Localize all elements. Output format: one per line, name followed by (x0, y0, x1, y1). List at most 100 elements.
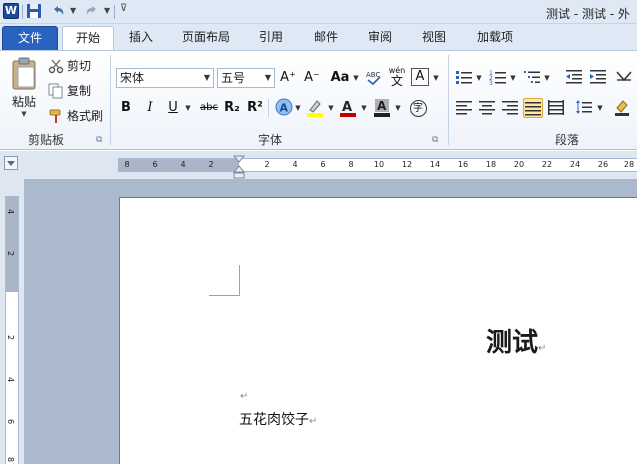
font-color-dropdown-icon[interactable]: ▼ (360, 98, 368, 118)
paragraph-shading-icon[interactable] (612, 98, 632, 118)
line-spacing-dropdown-icon[interactable]: ▼ (596, 98, 604, 118)
bold-button[interactable]: B (116, 98, 136, 118)
font-dialog-launcher-icon[interactable]: ⧉ (432, 135, 438, 145)
align-right-icon[interactable] (500, 98, 520, 118)
ruler-number: 12 (401, 160, 413, 169)
font-name-combo[interactable]: 宋体 ▼ (116, 68, 214, 88)
align-left-icon[interactable] (454, 98, 474, 118)
subscript-button[interactable]: R₂ (222, 98, 242, 118)
copy-icon (48, 83, 63, 98)
text-effects-dropdown-icon[interactable]: ▼ (294, 98, 302, 118)
customize-qa-icon[interactable]: ⊽ (120, 3, 127, 14)
paste-dropdown-icon[interactable]: ▼ (21, 110, 26, 118)
underline-dropdown-icon[interactable]: ▼ (184, 98, 192, 118)
tab-file[interactable]: 文件 (2, 26, 58, 50)
chinese-layout-icon[interactable] (614, 68, 634, 88)
character-border-icon[interactable]: A (411, 68, 429, 86)
document-body-text[interactable]: 五花肉饺子↵ (239, 409, 317, 429)
tab-references[interactable]: 引用 (250, 26, 292, 50)
ruler-number: 28 (623, 160, 635, 169)
highlight-dropdown-icon[interactable]: ▼ (327, 98, 335, 118)
format-painter-label: 格式刷 (67, 109, 104, 123)
shading-dropdown-icon[interactable]: ▼ (394, 98, 402, 118)
ruler-toggle-button[interactable] (4, 156, 18, 170)
group-separator (268, 99, 269, 117)
multilevel-list-icon[interactable] (522, 68, 542, 88)
svg-text:A: A (280, 102, 289, 115)
ruler-number: 6 (6, 418, 16, 425)
cut-button[interactable]: 剪切 (48, 57, 91, 74)
document-workspace: 测试↵ ↵ 五花肉饺子↵ (24, 179, 637, 464)
empty-paragraph-mark[interactable]: ↵ (240, 391, 248, 402)
text-effects-icon[interactable]: A (274, 98, 294, 118)
enclose-characters-button[interactable]: 字 (408, 98, 428, 118)
bullets-dropdown-icon[interactable]: ▼ (475, 68, 483, 88)
horizontal-ruler[interactable]: 8 6 4 2 2 4 6 8 10 12 14 16 18 20 22 24 … (118, 158, 637, 172)
tab-home[interactable]: 开始 (62, 26, 114, 50)
tab-review[interactable]: 审阅 (359, 26, 401, 50)
decrease-indent-icon[interactable] (564, 68, 584, 88)
undo-dropdown-icon[interactable]: ▼ (70, 6, 76, 15)
font-group-label: 字体 (258, 133, 283, 147)
tab-view[interactable]: 视图 (413, 26, 455, 50)
distributed-align-icon[interactable] (546, 98, 566, 118)
tab-page-layout[interactable]: 页面布局 (172, 26, 240, 50)
highlight-icon[interactable] (305, 98, 325, 118)
tab-mailings[interactable]: 邮件 (305, 26, 347, 50)
change-case-dropdown-icon[interactable]: ▼ (352, 68, 360, 88)
vertical-ruler[interactable]: 4 2 2 4 6 8 (5, 196, 19, 464)
strikethrough-button[interactable]: abc (197, 98, 221, 118)
numbering-dropdown-icon[interactable]: ▼ (509, 68, 517, 88)
redo-dropdown-icon[interactable]: ▼ (104, 6, 110, 15)
document-title[interactable]: 测试↵ (486, 322, 546, 359)
paragraph-group-label: 段落 (555, 133, 580, 147)
clipboard-dialog-launcher-icon[interactable]: ⧉ (96, 135, 102, 145)
font-size-combo[interactable]: 五号 ▼ (217, 68, 275, 88)
font-color-icon[interactable]: A (338, 98, 358, 118)
phonetic-guide-button[interactable]: wén 文 (387, 66, 407, 87)
copy-button[interactable]: 复制 (48, 82, 91, 99)
indent-marker-icon[interactable] (233, 155, 245, 179)
ribbon-tabs: 文件 开始 插入 页面布局 引用 邮件 审阅 视图 加载项 (0, 24, 637, 50)
tab-insert[interactable]: 插入 (120, 26, 162, 50)
paste-button[interactable]: 粘贴 ▼ (6, 57, 42, 118)
paragraph-mark: ↵ (538, 343, 547, 354)
document-page[interactable]: 测试↵ ↵ 五花肉饺子↵ (119, 197, 637, 464)
numbering-icon[interactable]: 123 (488, 68, 508, 88)
superscript-button[interactable]: R² (245, 98, 265, 118)
word-app-icon[interactable]: W (3, 3, 19, 19)
align-center-icon[interactable] (477, 98, 497, 118)
scissors-icon (48, 59, 64, 73)
character-shading-icon[interactable]: A (372, 98, 392, 118)
underline-button[interactable]: U (163, 98, 183, 118)
line-spacing-icon[interactable] (574, 98, 594, 118)
enclose-char-label: 字 (409, 100, 427, 117)
format-painter-button[interactable]: 格式刷 (48, 107, 103, 124)
group-separator (110, 55, 111, 145)
ruler-number: 6 (152, 160, 158, 169)
clear-format-icon[interactable]: ABC (364, 68, 384, 88)
italic-button[interactable]: I (140, 98, 160, 118)
change-case-button[interactable]: Aa (328, 68, 352, 88)
clipboard-group-label: 剪贴板 (28, 133, 65, 147)
margin-corner-mark (209, 265, 240, 296)
redo-icon[interactable] (84, 3, 100, 19)
ribbon: 粘贴 ▼ 剪切 复制 格式刷 剪贴板 ⧉ 宋体 ▼ 五号 ▼ A⁺ A⁻ Aa … (0, 50, 637, 150)
justify-icon[interactable] (523, 98, 543, 118)
save-icon[interactable] (26, 3, 42, 19)
font-size-dropdown-icon[interactable]: ▼ (262, 69, 274, 87)
border-dropdown-icon[interactable]: ▼ (432, 68, 440, 88)
copy-label: 复制 (67, 84, 92, 98)
ruler-number: 22 (541, 160, 553, 169)
increase-indent-icon[interactable] (588, 68, 608, 88)
tab-addins[interactable]: 加载项 (466, 26, 524, 50)
font-name-value: 宋体 (120, 71, 145, 85)
grow-font-button[interactable]: A⁺ (278, 68, 298, 88)
paragraph-mark: ↵ (309, 416, 318, 427)
ruler-number: 2 (6, 250, 16, 257)
multilevel-dropdown-icon[interactable]: ▼ (543, 68, 551, 88)
undo-icon[interactable] (50, 3, 66, 19)
shrink-font-button[interactable]: A⁻ (302, 68, 322, 88)
bullets-icon[interactable] (454, 68, 474, 88)
font-name-dropdown-icon[interactable]: ▼ (201, 69, 213, 87)
